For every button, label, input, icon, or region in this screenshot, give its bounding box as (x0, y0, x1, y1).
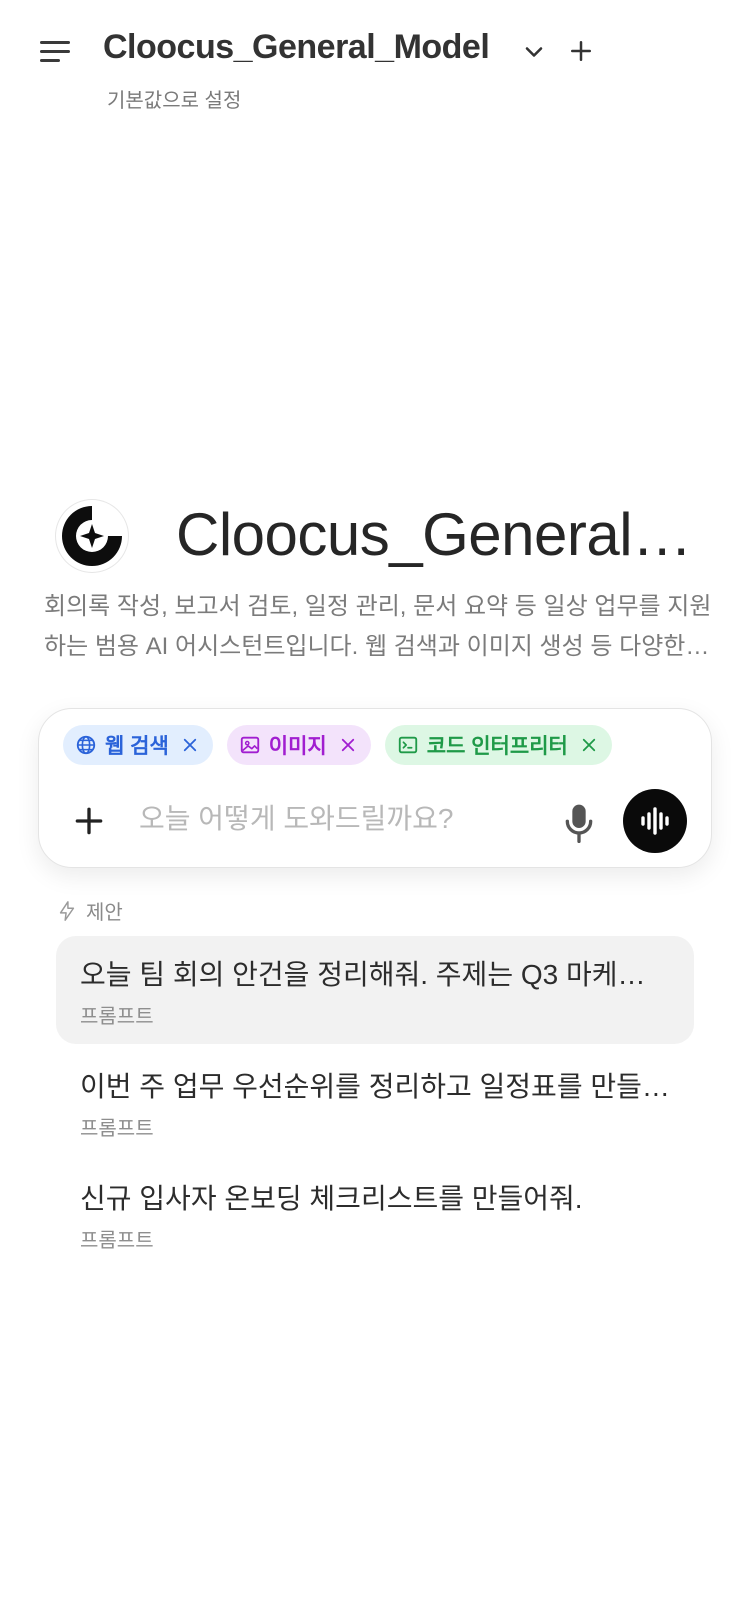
chip-image[interactable]: 이미지 (226, 725, 371, 765)
suggestion-type: 프롬프트 (80, 1230, 154, 1252)
message-composer: 웹 검색 이미지 코드 인터프리터 오늘 어떻게 도와드릴까요? (38, 708, 712, 868)
hero-model-title: Cloocus_General_Model (176, 501, 716, 568)
suggestion-type: 프롬프트 (80, 1118, 154, 1140)
suggestions-heading: 제안 (56, 896, 123, 925)
suggestions-heading-label: 제안 (86, 902, 123, 924)
suggestion-list: 오늘 팀 회의 안건을 정리해줘. 주제는 Q3 마케팅 전략 검토야. 프롬프… (56, 936, 694, 1272)
model-description: 회의록 작성, 보고서 검토, 일정 관리, 문서 요약 등 일상 업무를 지원… (44, 593, 712, 660)
suggestion-item[interactable]: 신규 입사자 온보딩 체크리스트를 만들어줘. 프롬프트 (56, 1160, 694, 1268)
plus-icon[interactable] (566, 36, 596, 66)
suggestion-text: 오늘 팀 회의 안건을 정리해줘. 주제는 Q3 마케팅 전략 검토야. (80, 959, 670, 990)
chip-label: 웹 검색 (105, 735, 169, 758)
chevron-down-icon[interactable] (520, 38, 548, 66)
bolt-icon (59, 900, 75, 921)
suggestion-text: 신규 입사자 온보딩 체크리스트를 만들어줘. (80, 1183, 583, 1214)
suggestion-item[interactable]: 이번 주 업무 우선순위를 정리하고 일정표를 만들어줘. 프롬프트 (56, 1048, 694, 1156)
model-selector-title[interactable]: Cloocus_General_Model (103, 28, 490, 67)
model-logo-icon (56, 500, 128, 572)
globe-icon (76, 735, 96, 755)
chip-web-search[interactable]: 웹 검색 (63, 725, 213, 765)
chip-label: 이미지 (268, 735, 327, 758)
attach-plus-icon[interactable] (69, 801, 109, 841)
suggestion-type: 프롬프트 (80, 1006, 154, 1028)
chip-label: 코드 인터프리터 (426, 735, 568, 758)
terminal-icon (398, 736, 417, 754)
top-header: Cloocus_General_Model 기본값으로 설정 (0, 0, 750, 120)
close-icon[interactable] (580, 736, 598, 754)
voice-mode-button[interactable] (623, 789, 687, 853)
menu-icon[interactable] (36, 34, 76, 68)
microphone-icon[interactable] (559, 801, 599, 845)
close-icon[interactable] (339, 736, 357, 754)
suggestion-item[interactable]: 오늘 팀 회의 안건을 정리해줘. 주제는 Q3 마케팅 전략 검토야. 프롬프… (56, 936, 694, 1044)
tool-chips: 웹 검색 이미지 코드 인터프리터 (63, 725, 612, 765)
message-input[interactable] (139, 793, 539, 845)
close-icon[interactable] (181, 736, 199, 754)
set-default-link[interactable]: 기본값으로 설정 (107, 84, 241, 113)
image-icon (240, 736, 259, 754)
suggestion-text: 이번 주 업무 우선순위를 정리하고 일정표를 만들어줘. (80, 1071, 670, 1102)
chat-home-page: Cloocus_General_Model 기본값으로 설정 Cloocus_G… (0, 0, 750, 1624)
waveform-icon (641, 807, 669, 835)
chip-code-interpreter[interactable]: 코드 인터프리터 (384, 725, 612, 765)
